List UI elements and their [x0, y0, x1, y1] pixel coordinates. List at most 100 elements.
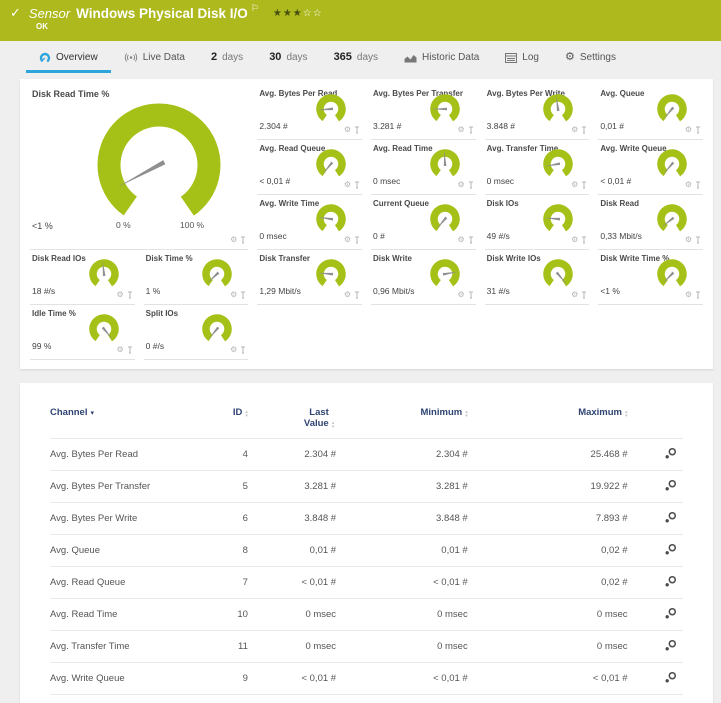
tab-historic-data[interactable]: Historic Data [391, 47, 492, 73]
table-header-row: Channel▾ ID▴▾ Last Value▴▾ Minimum▴▾ Max… [50, 407, 683, 439]
gauge-pin-icon[interactable] [240, 346, 246, 354]
gauge-settings-icon[interactable]: ⚙ [116, 346, 123, 354]
gauge-settings-icon[interactable]: ⚙ [230, 236, 237, 244]
cell-last-value: 3.848 # [248, 503, 336, 535]
tab-30-days[interactable]: 30 days [256, 46, 320, 73]
tab-overview[interactable]: Overview [26, 47, 111, 73]
sort-toggle-icon[interactable]: ▴▾ [245, 410, 248, 418]
column-header-maximum[interactable]: Maximum▴▾ [468, 407, 628, 439]
column-header-last-value[interactable]: Last Value▴▾ [248, 407, 336, 439]
gauge-pin-icon[interactable] [468, 181, 474, 189]
gauge-settings-icon[interactable]: ⚙ [344, 236, 351, 244]
gauge-pin-icon[interactable] [695, 126, 701, 134]
gauge-pin-icon[interactable] [581, 291, 587, 299]
stars-empty[interactable]: ☆☆ [303, 8, 323, 19]
column-header-minimum-label: Minimum [421, 407, 463, 418]
gauge-pin-icon[interactable] [695, 291, 701, 299]
cell-minimum: < 0,01 # [336, 567, 468, 599]
cell-channel: Avg. Read Queue [50, 567, 193, 599]
gauge-label: Disk Transfer [259, 254, 310, 263]
gauge-pin-icon[interactable] [354, 291, 360, 299]
gauge-settings-icon[interactable]: ⚙ [457, 236, 464, 244]
gauge-settings-icon[interactable]: ⚙ [685, 291, 692, 299]
gauge-pin-icon[interactable] [581, 236, 587, 244]
gauge-settings-icon[interactable]: ⚙ [571, 291, 578, 299]
gauges-panel: Disk Read Time % <1 % 0 % 100 % ⚙ Avg. B… [20, 79, 713, 369]
tab-live-data[interactable]: Live Data [111, 47, 198, 73]
gauge [654, 204, 690, 236]
gauge-settings-icon[interactable]: ⚙ [685, 181, 692, 189]
gauge-value: 0,01 # [600, 121, 624, 131]
gauge [313, 149, 349, 181]
gauge [654, 94, 690, 126]
gauge-pin-icon[interactable] [581, 181, 587, 189]
cell-id: 10 [193, 599, 248, 631]
gauge-value: 0,33 Mbit/s [600, 231, 642, 241]
sort-toggle-icon[interactable]: ▴▾ [625, 410, 628, 418]
priority-stars[interactable]: ★★★☆☆ [273, 8, 323, 19]
gauge-pin-icon[interactable] [354, 236, 360, 244]
gauge-actions: ⚙ [571, 126, 587, 134]
gauge-settings-icon[interactable]: ⚙ [571, 181, 578, 189]
gauge-pin-icon[interactable] [240, 291, 246, 299]
column-header-channel-label: Channel [50, 407, 87, 418]
tab-365-days[interactable]: 365 days [321, 46, 391, 73]
gauge-pin-icon[interactable] [468, 236, 474, 244]
gauge-actions: ⚙ [457, 236, 473, 244]
channel-settings-icon[interactable] [664, 543, 677, 556]
gauge-settings-icon[interactable]: ⚙ [344, 126, 351, 134]
channel-settings-icon[interactable] [664, 447, 677, 460]
gauge-pin-icon[interactable] [695, 181, 701, 189]
gauge-settings-icon[interactable]: ⚙ [457, 126, 464, 134]
gauge-settings-icon[interactable]: ⚙ [457, 181, 464, 189]
gauge-settings-icon[interactable]: ⚙ [230, 346, 237, 354]
channel-settings-icon[interactable] [664, 479, 677, 492]
flag-icon[interactable]: ⚐ [251, 3, 259, 14]
gauge-actions: ⚙ [344, 181, 360, 189]
tab-log[interactable]: Log [492, 47, 552, 73]
gauge-value: < 0,01 # [259, 176, 290, 186]
gauge-pin-icon[interactable] [127, 291, 133, 299]
gauge-tile: Avg. Queue 0,01 # ⚙ [598, 85, 703, 140]
gauge-value: 1,29 Mbit/s [259, 286, 301, 296]
gauge-tile: Avg. Bytes Per Transfer 3.281 # ⚙ [371, 85, 476, 140]
sort-toggle-icon[interactable]: ▴▾ [465, 410, 468, 418]
tab-2-days[interactable]: 2 days [198, 46, 256, 73]
gauge-label: Split IOs [146, 309, 178, 318]
channel-settings-icon[interactable] [664, 671, 677, 684]
gauge-settings-icon[interactable]: ⚙ [571, 236, 578, 244]
column-header-actions [628, 407, 683, 439]
gauge-settings-icon[interactable]: ⚙ [116, 291, 123, 299]
gauge-pin-icon[interactable] [468, 126, 474, 134]
column-header-channel[interactable]: Channel▾ [50, 407, 193, 439]
gauge-pin-icon[interactable] [695, 236, 701, 244]
gauge-settings-icon[interactable]: ⚙ [571, 126, 578, 134]
gauge-value: 3.848 # [487, 121, 515, 131]
tab-settings-label: Settings [580, 52, 616, 63]
gauge-pin-icon[interactable] [354, 126, 360, 134]
channel-settings-icon[interactable] [664, 575, 677, 588]
gauge-settings-icon[interactable]: ⚙ [685, 126, 692, 134]
tab-settings[interactable]: ⚙ Settings [552, 47, 629, 73]
column-header-minimum[interactable]: Minimum▴▾ [336, 407, 468, 439]
gauge-settings-icon[interactable]: ⚙ [685, 236, 692, 244]
channel-settings-icon[interactable] [664, 607, 677, 620]
channels-table-panel: Channel▾ ID▴▾ Last Value▴▾ Minimum▴▾ Max… [20, 383, 713, 703]
gauge-pin-icon[interactable] [468, 291, 474, 299]
channel-settings-icon[interactable] [664, 639, 677, 652]
gauge-settings-icon[interactable]: ⚙ [344, 181, 351, 189]
gauge-pin-icon[interactable] [240, 236, 246, 244]
gauge-label: Disk Read IOs [32, 254, 86, 263]
gauge-settings-icon[interactable]: ⚙ [230, 291, 237, 299]
sort-desc-icon[interactable]: ▾ [90, 410, 94, 417]
channel-settings-icon[interactable] [664, 511, 677, 524]
gauge-settings-icon[interactable]: ⚙ [457, 291, 464, 299]
gauge-pin-icon[interactable] [127, 346, 133, 354]
stars-filled[interactable]: ★★★ [273, 8, 303, 19]
sort-toggle-icon[interactable]: ▴▾ [332, 421, 335, 429]
main-gauge-actions: ⚙ [230, 236, 246, 244]
gauge-pin-icon[interactable] [581, 126, 587, 134]
gauge-pin-icon[interactable] [354, 181, 360, 189]
column-header-id[interactable]: ID▴▾ [193, 407, 248, 439]
gauge-settings-icon[interactable]: ⚙ [344, 291, 351, 299]
